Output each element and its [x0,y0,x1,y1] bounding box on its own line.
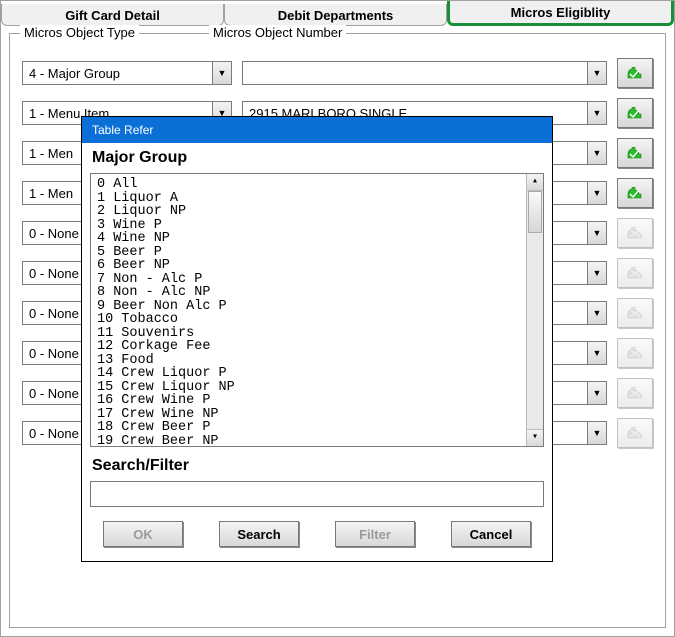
list-item[interactable]: 14 Crew Liquor P [97,367,537,381]
object-number-combo[interactable]: ▼ [242,61,607,85]
list-item[interactable]: 18 Crew Beer P [97,421,537,435]
row-action-button[interactable] [617,258,653,288]
list-item[interactable]: 15 Crew Liquor NP [97,381,537,395]
chevron-down-icon[interactable]: ▼ [587,342,606,364]
list-item[interactable]: 0 All [97,178,537,192]
tab-bar: Gift Card Detail Debit Departments Micro… [1,1,674,26]
row-action-button[interactable] [617,218,653,248]
tab-debit-departments[interactable]: Debit Departments [224,4,447,26]
chevron-down-icon[interactable]: ▼ [587,382,606,404]
label-object-number: Micros Object Number [209,25,346,40]
list-item[interactable]: 16 Crew Wine P [97,394,537,408]
row-action-button[interactable] [617,298,653,328]
combo-text: 4 - Major Group [23,66,212,81]
popup-heading: Major Group [82,143,552,169]
row-action-button[interactable] [617,418,653,448]
label-object-type: Micros Object Type [20,25,139,40]
micros-row: 4 - Major Group▼▼ [22,58,653,88]
chevron-down-icon[interactable]: ▼ [587,62,606,84]
chevron-down-icon[interactable]: ▼ [587,182,606,204]
search-button[interactable]: Search [219,521,299,547]
list-item[interactable]: 4 Wine NP [97,232,537,246]
row-action-button[interactable] [617,98,653,128]
list-item[interactable]: 10 Tobacco [97,313,537,327]
list-item[interactable]: 17 Crew Wine NP [97,408,537,422]
thumb-disabled-icon [627,307,643,319]
chevron-down-icon[interactable]: ▼ [587,422,606,444]
chevron-down-icon[interactable]: ▼ [587,142,606,164]
thumb-disabled-icon [627,347,643,359]
table-refer-popup: Table Refer Major Group 0 All1 Liquor A2… [81,116,553,562]
filter-button[interactable]: Filter [335,521,415,547]
thumb-disabled-icon [627,427,643,439]
cancel-button[interactable]: Cancel [451,521,531,547]
thumb-up-icon [627,187,643,199]
object-type-combo[interactable]: 4 - Major Group▼ [22,61,232,85]
ok-button[interactable]: OK [103,521,183,547]
search-input[interactable] [90,481,544,507]
chevron-down-icon[interactable]: ▼ [587,262,606,284]
popup-title: Table Refer [82,117,552,143]
list-item[interactable]: 7 Non - Alc P [97,273,537,287]
row-action-button[interactable] [617,338,653,368]
major-group-listbox[interactable]: 0 All1 Liquor A2 Liquor NP3 Wine P4 Wine… [90,173,544,447]
row-action-button[interactable] [617,58,653,88]
list-item[interactable]: 11 Souvenirs [97,327,537,341]
popup-button-row: OK Search Filter Cancel [82,517,552,561]
chevron-down-icon[interactable]: ▼ [212,62,231,84]
list-item[interactable]: 1 Liquor A [97,192,537,206]
tab-micros-eligibility[interactable]: Micros Eligiblity [447,1,674,26]
group-headings: Micros Object Type Micros Object Number [20,25,346,40]
list-item[interactable]: 3 Wine P [97,219,537,233]
list-item[interactable]: 13 Food [97,354,537,368]
thumb-up-icon [627,147,643,159]
search-filter-label: Search/Filter [82,455,552,477]
list-item[interactable]: 8 Non - Alc NP [97,286,537,300]
chevron-down-icon[interactable]: ▼ [587,302,606,324]
row-action-button[interactable] [617,138,653,168]
row-action-button[interactable] [617,378,653,408]
thumb-up-icon [627,107,643,119]
thumb-disabled-icon [627,227,643,239]
list-item[interactable]: 6 Beer NP [97,259,537,273]
list-item[interactable]: 2 Liquor NP [97,205,537,219]
chevron-down-icon[interactable]: ▼ [587,102,606,124]
thumb-disabled-icon [627,387,643,399]
thumb-disabled-icon [627,267,643,279]
scroll-down-icon[interactable]: ▾ [527,429,543,446]
list-item[interactable]: 5 Beer P [97,246,537,260]
chevron-down-icon[interactable]: ▼ [587,222,606,244]
list-item[interactable]: 9 Beer Non Alc P [97,300,537,314]
thumb-up-icon [627,67,643,79]
list-item[interactable]: 19 Crew Beer NP [97,435,537,448]
tab-gift-card-detail[interactable]: Gift Card Detail [1,4,224,26]
dialog-window: Gift Card Detail Debit Departments Micro… [0,0,675,637]
scroll-thumb[interactable] [528,191,542,233]
row-action-button[interactable] [617,178,653,208]
list-item[interactable]: 12 Corkage Fee [97,340,537,354]
scroll-up-icon[interactable]: ▴ [527,174,543,191]
scrollbar[interactable]: ▴ ▾ [526,174,543,446]
